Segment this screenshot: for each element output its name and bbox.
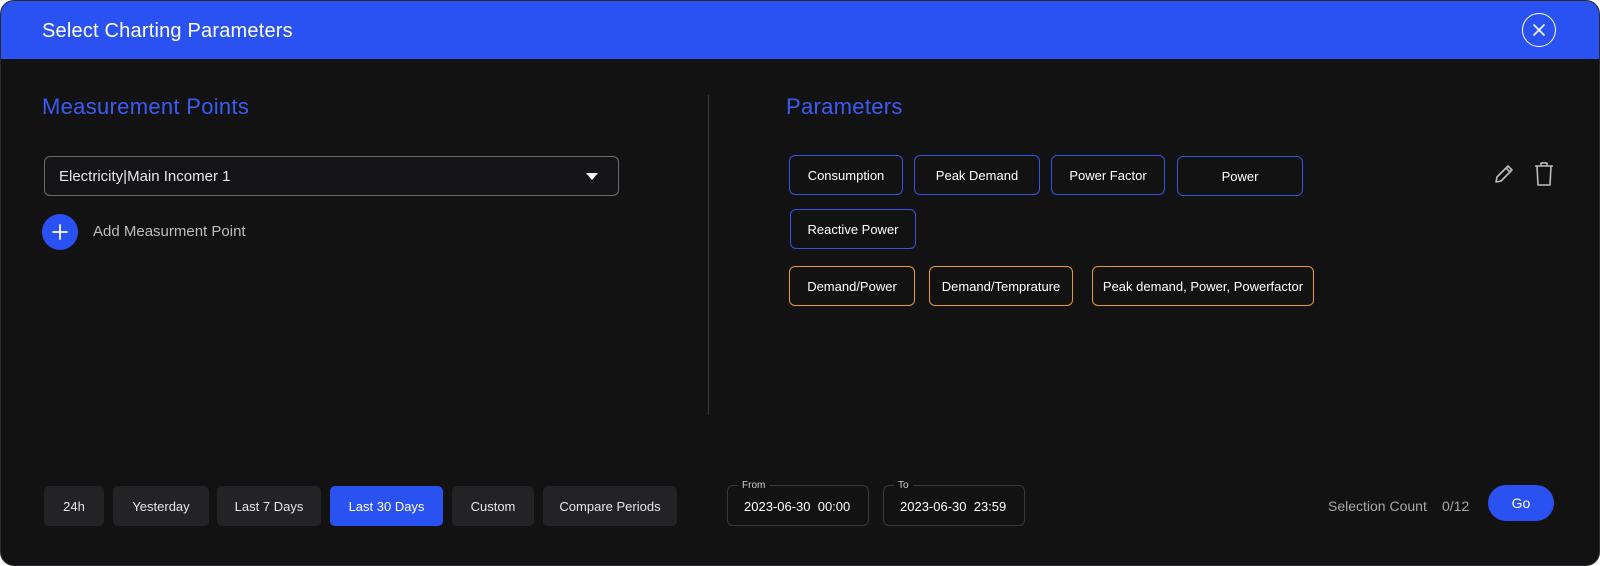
charting-parameters-modal: Select Charting Parameters Measurement P…	[0, 0, 1600, 566]
parameter-chip-power-factor[interactable]: Power Factor	[1051, 155, 1165, 195]
modal-title: Select Charting Parameters	[42, 20, 293, 42]
preset-chip-demand-power[interactable]: Demand/Power	[789, 266, 915, 306]
edit-button[interactable]	[1492, 162, 1516, 191]
to-date-label: To	[894, 480, 913, 491]
from-date-value: 2023-06-30 00:00	[744, 499, 851, 514]
pencil-icon	[1495, 165, 1513, 183]
range-last-30-days-button[interactable]: Last 30 Days	[330, 486, 443, 526]
measurement-point-select[interactable]: Electricity|Main Incomer 1	[44, 156, 619, 196]
selection-count-value: 0/12	[1442, 498, 1470, 514]
preset-chip-peak-demand-power-powerfactor[interactable]: Peak demand, Power, Powerfactor	[1092, 266, 1314, 306]
chevron-down-icon	[586, 173, 598, 180]
parameter-chip-peak-demand[interactable]: Peak Demand	[914, 155, 1040, 195]
modal-header: Select Charting Parameters	[1, 1, 1599, 59]
preset-chip-demand-temprature[interactable]: Demand/Temprature	[929, 266, 1073, 306]
parameter-chip-power[interactable]: Power	[1177, 156, 1303, 196]
go-button[interactable]: Go	[1488, 485, 1554, 521]
range-last-7-days-button[interactable]: Last 7 Days	[217, 486, 321, 526]
selection-count-label: Selection Count	[1328, 498, 1427, 514]
from-date-field[interactable]: From 2023-06-30 00:00	[727, 480, 869, 526]
measurement-points-title: Measurement Points	[42, 94, 250, 119]
add-measurement-point-button[interactable]	[42, 214, 78, 250]
delete-button[interactable]	[1533, 161, 1555, 192]
parameter-chip-consumption[interactable]: Consumption	[789, 155, 903, 195]
plus-icon	[52, 224, 68, 240]
range-compare-periods-button[interactable]: Compare Periods	[543, 486, 677, 526]
parameter-chip-reactive-power[interactable]: Reactive Power	[790, 209, 916, 249]
measurement-point-value: Electricity|Main Incomer 1	[59, 167, 231, 185]
close-button[interactable]	[1522, 13, 1556, 47]
to-date-field[interactable]: To 2023-06-30 23:59	[883, 480, 1025, 526]
range-custom-button[interactable]: Custom	[452, 486, 534, 526]
parameters-title: Parameters	[786, 94, 903, 119]
add-measurement-point-label[interactable]: Add Measurment Point	[93, 223, 246, 240]
section-divider	[708, 95, 709, 415]
from-date-label: From	[738, 480, 770, 491]
range-yesterday-button[interactable]: Yesterday	[113, 486, 209, 526]
to-date-value: 2023-06-30 23:59	[900, 499, 1007, 514]
trash-icon	[1535, 162, 1553, 186]
close-icon	[1533, 24, 1545, 36]
range-24h-button[interactable]: 24h	[44, 486, 104, 526]
